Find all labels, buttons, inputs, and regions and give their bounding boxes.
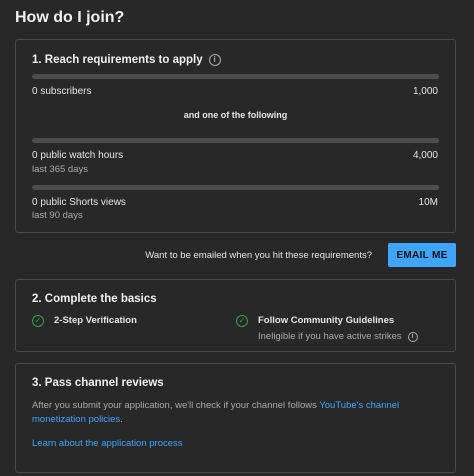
- info-icon[interactable]: i: [208, 54, 221, 66]
- basics-item-title: 2-Step Verification: [54, 315, 137, 326]
- reviews-text: After you submit your application, we'll…: [32, 400, 320, 411]
- reviews-card: 3. Pass channel reviews After you submit…: [15, 363, 456, 473]
- basics-item-sub: Ineligible if you have active strikes i: [258, 331, 418, 342]
- watch-hours-target: 4,000: [412, 150, 438, 161]
- reviews-description: After you submit your application, we'll…: [32, 399, 442, 427]
- learn-application-process-link[interactable]: Learn about the application process: [32, 438, 183, 449]
- watch-hours-count: 0 public watch hours: [32, 150, 124, 161]
- check-circle-icon: ✓: [236, 315, 248, 327]
- basics-item-community-guidelines: ✓ Follow Community Guidelines Ineligible…: [236, 315, 418, 342]
- basics-heading: 2. Complete the basics: [32, 293, 157, 305]
- basics-card: 2. Complete the basics ✓ 2-Step Verifica…: [15, 279, 456, 352]
- subscribers-progress-bar: [32, 74, 439, 79]
- basics-item-2-step: ✓ 2-Step Verification: [32, 315, 137, 327]
- watch-hours-period: last 365 days: [32, 164, 88, 175]
- subscribers-target: 1,000: [412, 86, 438, 97]
- reviews-text-end: .: [120, 414, 123, 425]
- shorts-views-count: 0 public Shorts views: [32, 197, 126, 208]
- email-me-button[interactable]: EMAIL ME: [388, 243, 456, 267]
- shorts-views-progress-bar: [32, 185, 439, 190]
- requirements-heading-text: 1. Reach requirements to apply: [32, 54, 203, 66]
- page-title: How do I join?: [15, 9, 125, 26]
- shorts-views-period: last 90 days: [32, 210, 83, 221]
- basics-item-sub-text: Ineligible if you have active strikes: [258, 331, 402, 342]
- reviews-heading: 3. Pass channel reviews: [32, 377, 164, 389]
- email-prompt: Want to be emailed when you hit these re…: [145, 250, 372, 261]
- requirements-heading: 1. Reach requirements to apply i: [32, 54, 221, 66]
- requirements-divider-text: and one of the following: [183, 110, 288, 120]
- info-icon[interactable]: i: [407, 331, 418, 342]
- check-circle-icon: ✓: [32, 315, 44, 327]
- subscribers-count: 0 subscribers: [32, 86, 92, 97]
- basics-item-title: Follow Community Guidelines: [258, 315, 395, 326]
- page: How do I join? 1. Reach requirements to …: [0, 0, 474, 476]
- watch-hours-progress-bar: [32, 138, 439, 143]
- requirements-card: 1. Reach requirements to apply i 0 subsc…: [15, 39, 456, 233]
- shorts-views-target: 10M: [418, 197, 438, 208]
